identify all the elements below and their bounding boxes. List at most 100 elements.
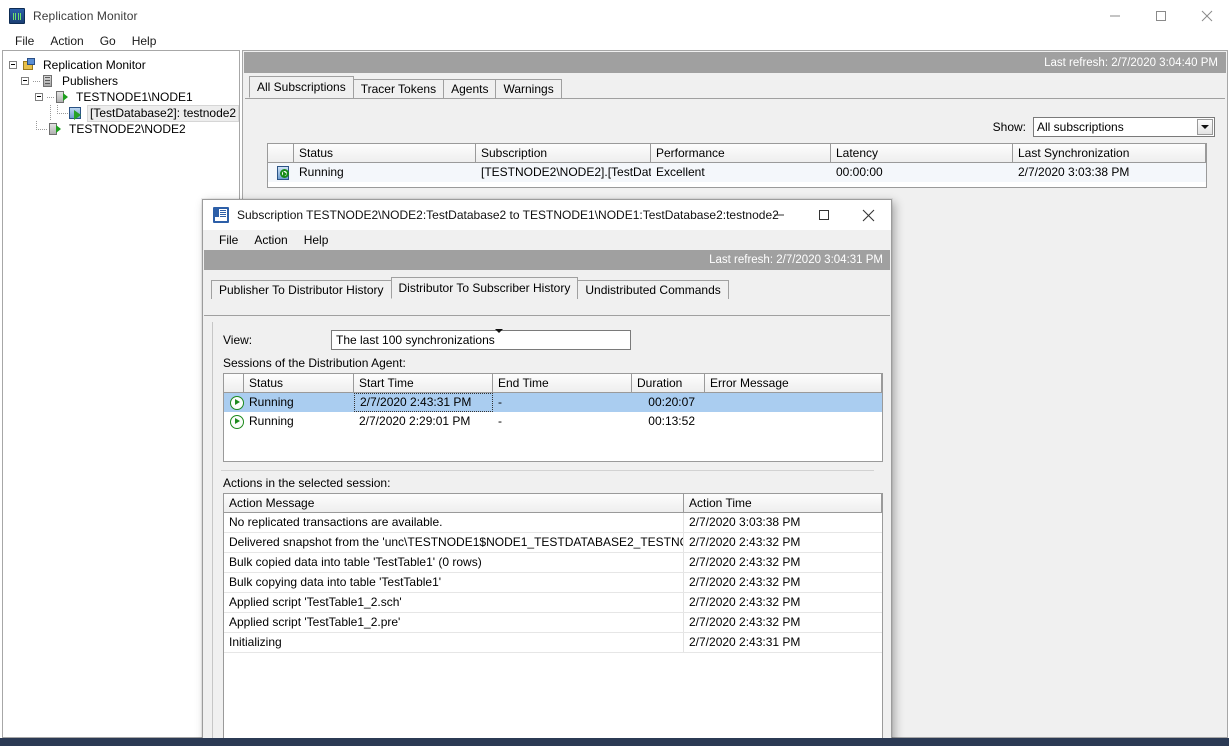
- dialog-menu-file[interactable]: File: [211, 232, 246, 248]
- column-header-status[interactable]: Status: [294, 144, 476, 163]
- tab-tracer-tokens[interactable]: Tracer Tokens: [352, 79, 445, 98]
- server-node-icon: [54, 89, 70, 105]
- tree-connector: [33, 121, 40, 137]
- table-row[interactable]: Running 2/7/2020 2:29:01 PM - 00:13:52: [224, 412, 882, 431]
- table-row[interactable]: No replicated transactions are available…: [224, 513, 882, 533]
- column-header-error-message[interactable]: Error Message: [705, 374, 882, 393]
- tree-connector: [33, 73, 40, 89]
- main-titlebar: Replication Monitor: [1, 1, 1229, 31]
- menu-action[interactable]: Action: [42, 33, 91, 49]
- table-row[interactable]: Bulk copied data into table 'TestTable1'…: [224, 553, 882, 573]
- tab-agents[interactable]: Agents: [443, 79, 497, 98]
- tab-undistributed-commands[interactable]: Undistributed Commands: [577, 280, 729, 299]
- cell-duration: 00:13:52: [648, 414, 695, 428]
- dialog-tabstrip: Publisher To Distributor History Distrib…: [211, 277, 891, 299]
- column-header-last-synchronization[interactable]: Last Synchronization: [1013, 144, 1206, 163]
- running-subscription-icon: [276, 165, 292, 181]
- column-header-status[interactable]: Status: [244, 374, 354, 393]
- view-filter-combobox[interactable]: The last 100 synchronizations: [331, 329, 631, 350]
- column-header-icon[interactable]: [224, 374, 244, 393]
- tab-all-subscriptions[interactable]: All Subscriptions: [249, 76, 354, 98]
- subscriptions-grid-header: Status Subscription Performance Latency …: [268, 144, 1206, 163]
- actions-caption: Actions in the selected session:: [223, 476, 391, 490]
- actions-grid-header: Action Message Action Time: [224, 494, 882, 513]
- cell-latency: 00:00:00: [836, 165, 883, 179]
- table-row[interactable]: Applied script 'TestTable1_2.sch' 2/7/20…: [224, 593, 882, 613]
- menu-go[interactable]: Go: [92, 33, 124, 49]
- cell-start-time: 2/7/2020 2:43:31 PM: [354, 393, 493, 412]
- tree-item-label: TESTNODE2\NODE2: [69, 121, 186, 136]
- cell-error-message: [705, 393, 882, 412]
- cell-action-message: Delivered snapshot from the 'unc\TESTNOD…: [224, 533, 684, 552]
- dialog-menubar: File Action Help: [203, 230, 891, 250]
- view-filter-value: The last 100 synchronizations: [336, 333, 495, 347]
- tree-item-testdatabase2-publication[interactable]: [TestDatabase2]: testnode2: [7, 104, 239, 122]
- column-header-action-time[interactable]: Action Time: [684, 494, 882, 513]
- close-icon[interactable]: [846, 200, 891, 230]
- cell-last-synchronization: 2/7/2020 3:03:38 PM: [1018, 165, 1130, 179]
- column-header-performance[interactable]: Performance: [651, 144, 831, 163]
- main-menubar: File Action Go Help: [1, 31, 1229, 50]
- view-label: View:: [223, 333, 253, 347]
- main-window-controls: [1092, 1, 1229, 31]
- column-header-duration[interactable]: Duration: [632, 374, 705, 393]
- sessions-caption: Sessions of the Distribution Agent:: [223, 356, 406, 370]
- running-play-icon: [229, 414, 244, 429]
- column-header-action-message[interactable]: Action Message: [224, 494, 684, 513]
- dialog-menu-help[interactable]: Help: [296, 232, 337, 248]
- cell-action-time: 2/7/2020 2:43:31 PM: [689, 635, 801, 649]
- table-row[interactable]: Running [TESTNODE2\NODE2].[TestDat... Ex…: [268, 163, 1206, 182]
- column-header-subscription[interactable]: Subscription: [476, 144, 651, 163]
- tree-item-publishers[interactable]: Publishers: [7, 73, 239, 89]
- tree-item-replication-monitor[interactable]: Replication Monitor: [7, 57, 239, 73]
- expand-collapse-icon[interactable]: [19, 73, 33, 89]
- chevron-down-icon[interactable]: [494, 329, 503, 347]
- menu-file[interactable]: File: [7, 33, 42, 49]
- column-header-icon[interactable]: [268, 144, 294, 163]
- close-icon[interactable]: [1184, 1, 1229, 31]
- table-row[interactable]: Running 2/7/2020 2:43:31 PM - 00:20:07: [224, 393, 882, 412]
- table-row[interactable]: Applied script 'TestTable1_2.pre' 2/7/20…: [224, 613, 882, 633]
- sessions-grid[interactable]: Status Start Time End Time Duration Erro…: [223, 373, 883, 462]
- column-header-start-time[interactable]: Start Time: [354, 374, 493, 393]
- dialog-title: Subscription TESTNODE2\NODE2:TestDatabas…: [237, 208, 779, 222]
- maximize-icon[interactable]: [1138, 1, 1184, 31]
- table-row[interactable]: Initializing 2/7/2020 2:43:31 PM: [224, 633, 882, 653]
- tab-publisher-to-distributor-history[interactable]: Publisher To Distributor History: [211, 280, 392, 299]
- column-header-end-time[interactable]: End Time: [493, 374, 632, 393]
- menu-help[interactable]: Help: [124, 33, 165, 49]
- cell-action-message: Initializing: [224, 633, 684, 652]
- show-filter-row: Show: All subscriptions: [993, 117, 1215, 137]
- cell-status: Running: [299, 165, 344, 179]
- show-filter-combobox[interactable]: All subscriptions: [1033, 117, 1215, 137]
- actions-grid[interactable]: Action Message Action Time No replicated…: [223, 493, 883, 743]
- tab-warnings[interactable]: Warnings: [495, 79, 562, 98]
- tree-item-testnode2[interactable]: TESTNODE2\NODE2: [7, 121, 239, 137]
- table-row[interactable]: Bulk copying data into table 'TestTable1…: [224, 573, 882, 593]
- dialog-menu-action[interactable]: Action: [246, 232, 295, 248]
- table-row[interactable]: Delivered snapshot from the 'unc\TESTNOD…: [224, 533, 882, 553]
- expand-collapse-icon[interactable]: [7, 57, 21, 73]
- tree-connector: [47, 105, 54, 121]
- cell-action-time: 2/7/2020 2:43:32 PM: [689, 575, 801, 589]
- cell-performance: Excellent: [656, 165, 705, 179]
- chevron-down-icon[interactable]: [1197, 119, 1213, 135]
- cell-action-time: 2/7/2020 2:43:32 PM: [689, 595, 801, 609]
- tree-connector: [40, 121, 47, 137]
- main-tabstrip: All Subscriptions Tracer Tokens Agents W…: [249, 76, 562, 98]
- cell-subscription: [TESTNODE2\NODE2].[TestDat...: [481, 165, 651, 179]
- tab-distributor-to-subscriber-history[interactable]: Distributor To Subscriber History: [390, 277, 579, 299]
- subscriptions-grid[interactable]: Status Subscription Performance Latency …: [267, 143, 1207, 188]
- maximize-icon[interactable]: [801, 200, 846, 230]
- tree-item-label: Publishers: [62, 73, 119, 88]
- sessions-grid-header: Status Start Time End Time Duration Erro…: [224, 374, 882, 393]
- server-node-icon: [47, 121, 63, 137]
- cell-action-message: Applied script 'TestTable1_2.pre': [224, 613, 684, 632]
- expand-collapse-icon[interactable]: [33, 89, 47, 105]
- minimize-icon[interactable]: [1092, 1, 1138, 31]
- column-header-latency[interactable]: Latency: [831, 144, 1013, 163]
- dialog-titlebar: Subscription TESTNODE2\NODE2:TestDatabas…: [203, 200, 891, 230]
- tree-item-testnode1[interactable]: TESTNODE1\NODE1: [7, 89, 239, 105]
- minimize-icon[interactable]: [756, 200, 801, 230]
- cell-action-message: No replicated transactions are available…: [224, 513, 684, 532]
